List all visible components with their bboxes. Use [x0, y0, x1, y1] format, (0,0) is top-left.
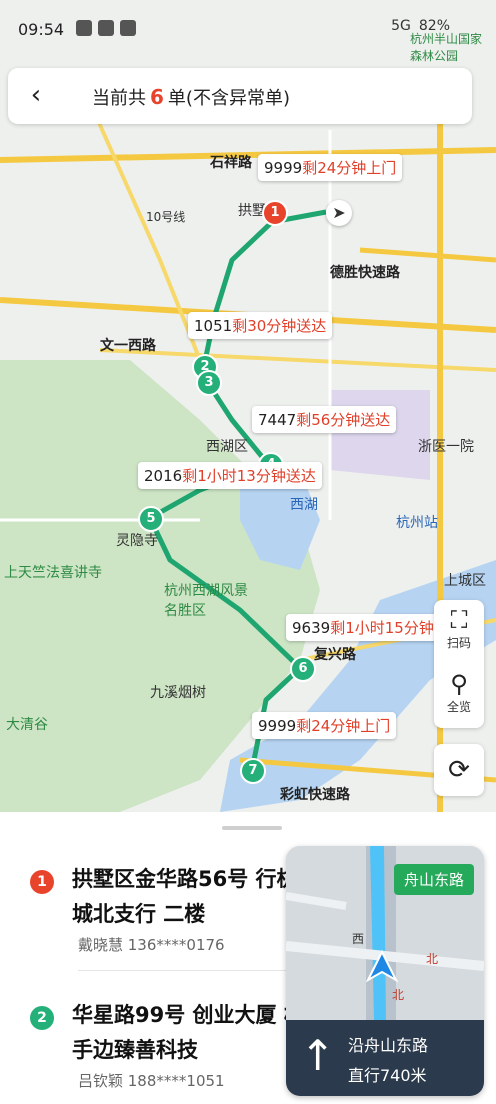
app-notification-icon — [76, 20, 92, 36]
eta-bubble[interactable]: 1051剩30分钟送达 — [188, 312, 333, 339]
app-notification-icon — [98, 20, 114, 36]
order-summary-bar: ‹ 当前共 6 单(不含异常单) — [8, 68, 472, 124]
scan-icon: ⛶ — [450, 606, 468, 634]
order-code: 9639 — [292, 619, 331, 637]
eta-bubble[interactable]: 2016剩1小时13分钟送达 — [138, 462, 322, 489]
map-label-station: 杭州站 — [396, 515, 438, 531]
map-label-poi: 大清谷 — [6, 717, 48, 733]
nav-map-label: 北 — [426, 952, 439, 966]
chevron-left-icon: ‹ — [30, 80, 42, 110]
scan-button[interactable]: ⛶ 扫码 — [434, 600, 484, 664]
notification-icons — [76, 20, 136, 36]
map-label-lake: 西湖 — [290, 497, 318, 513]
back-button[interactable]: ‹ — [22, 82, 50, 110]
map-label-road: 文一西路 — [100, 338, 156, 354]
status-bar: 09:54 5G 82% — [0, 0, 496, 56]
sheet-drag-handle[interactable] — [222, 826, 282, 830]
instruction-text: 沿舟山东路 — [348, 1036, 429, 1055]
current-street-badge: 舟山东路 — [393, 864, 474, 895]
order-number-badge: 2 — [30, 1006, 54, 1030]
route-pin[interactable]: 7 — [240, 758, 266, 784]
order-code: 9999 — [258, 717, 297, 735]
rider-location-icon: ➤ — [326, 200, 352, 226]
map-label-temple: 灵隐寺 — [116, 533, 158, 549]
map-label-metro: 10号线 — [146, 210, 186, 224]
battery-label: 82% — [418, 18, 450, 34]
page-title: 当前共 6 单(不含异常单) — [92, 84, 290, 110]
overview-label: 全览 — [446, 700, 471, 714]
map-label-district: 上城区 — [444, 573, 486, 589]
route-pin[interactable]: 5 — [138, 506, 164, 532]
eta-bubble[interactable]: 9999剩24分钟上门 — [258, 154, 403, 181]
map-label-district: 西湖区 — [206, 439, 248, 455]
eta-bubble[interactable]: 9999剩24分钟上门 — [252, 712, 397, 739]
order-number-badge: 1 — [30, 870, 54, 894]
nav-map-label: 北 — [392, 988, 405, 1002]
map-label-scenic: 杭州西湖风景名胜区 — [164, 583, 248, 619]
map-label-road: 彩虹快速路 — [280, 787, 350, 803]
map-label-poi: 九溪烟树 — [150, 685, 206, 701]
eta-text: 剩24分钟上门 — [296, 717, 391, 735]
status-time: 09:54 — [18, 20, 65, 39]
scan-label: 扫码 — [446, 636, 471, 650]
overview-button[interactable]: ⚲ 全览 — [434, 664, 484, 728]
eta-text: 剩24分钟上门 — [302, 159, 397, 177]
straight-arrow-icon: ↑ — [300, 1031, 336, 1080]
title-suffix: 单(不含异常单) — [167, 88, 290, 109]
instruction-distance: 直行740米 — [348, 1066, 427, 1085]
map-label-road: 德胜快速路 — [330, 265, 400, 281]
order-contact: 戴晓慧 136****0176 — [78, 936, 225, 954]
order-code: 9999 — [264, 159, 303, 177]
eta-text: 剩56分钟送达 — [296, 411, 391, 429]
order-code: 2016 — [144, 467, 183, 485]
route-pin[interactable]: 3 — [196, 370, 222, 396]
navigation-card[interactable]: 舟山东路 西 北 北 ↑ 沿舟山东路 直行740米 — [286, 846, 484, 1096]
route-overview-icon: ⚲ — [450, 670, 468, 698]
status-right: 5G 82% — [391, 18, 450, 34]
map-label-hospital: 浙医一院 — [418, 439, 474, 455]
map-label-road: 石祥路 — [210, 155, 252, 171]
map-controls: ⛶ 扫码 ⚲ 全览 — [434, 600, 484, 728]
order-code: 7447 — [258, 411, 297, 429]
map-label-temple: 上天竺法喜讲寺 — [4, 565, 102, 581]
network-label: 5G — [391, 18, 411, 34]
nav-map-label: 西 — [352, 932, 365, 946]
map-label-road: 复兴路 — [314, 647, 356, 663]
order-count: 6 — [150, 85, 164, 109]
route-pin[interactable]: 1 — [262, 200, 288, 226]
order-contact: 吕钦颖 188****1051 — [78, 1072, 225, 1090]
eta-text: 剩30分钟送达 — [232, 317, 327, 335]
refresh-icon: ⟳ — [448, 755, 470, 785]
route-pin[interactable]: 6 — [290, 656, 316, 682]
refresh-button[interactable]: ⟳ — [434, 744, 484, 796]
turn-instruction-panel: ↑ 沿舟山东路 直行740米 — [286, 1020, 484, 1096]
eta-text: 剩1小时13分钟送达 — [182, 467, 316, 485]
title-prefix: 当前共 — [92, 88, 146, 109]
eta-bubble[interactable]: 7447剩56分钟送达 — [252, 406, 397, 433]
map-view[interactable]: 石祥路 拱墅区 10号线 德胜快速路 文一西路 西湖区 西湖 浙医一院 杭州站 … — [0, 0, 496, 812]
app-notification-icon — [120, 20, 136, 36]
order-code: 1051 — [194, 317, 233, 335]
